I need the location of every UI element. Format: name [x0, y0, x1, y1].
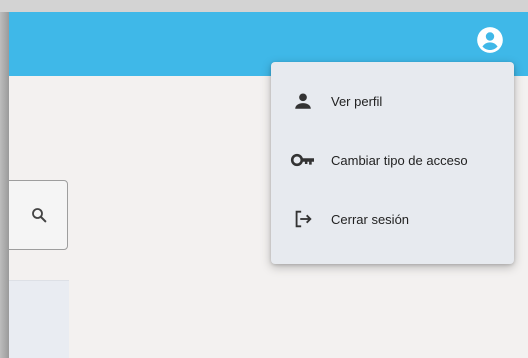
- search-field[interactable]: [9, 180, 68, 250]
- person-icon: [289, 89, 317, 113]
- menu-item-cambiar-tipo-de-acceso[interactable]: Cambiar tipo de acceso: [271, 135, 514, 185]
- menu-item-label: Cerrar sesión: [331, 211, 410, 227]
- account-button[interactable]: [474, 24, 506, 56]
- content-panel: [9, 280, 69, 358]
- window-left-edge: [0, 12, 9, 358]
- app-window: Ver perfil Cambiar tipo de acceso Cerrar…: [9, 12, 528, 358]
- logout-icon: [289, 207, 317, 231]
- key-icon: [289, 148, 317, 172]
- menu-item-label: Cambiar tipo de acceso: [331, 152, 468, 168]
- menu-item-label: Ver perfil: [331, 93, 383, 109]
- search-button[interactable]: [27, 203, 51, 227]
- menu-item-ver-perfil[interactable]: Ver perfil: [271, 76, 514, 126]
- account-circle-icon: [477, 27, 503, 53]
- menu-item-cerrar-sesion[interactable]: Cerrar sesión: [271, 194, 514, 244]
- account-menu: Ver perfil Cambiar tipo de acceso Cerrar…: [271, 62, 514, 264]
- window-top-strip: [0, 0, 528, 12]
- search-icon: [32, 208, 47, 223]
